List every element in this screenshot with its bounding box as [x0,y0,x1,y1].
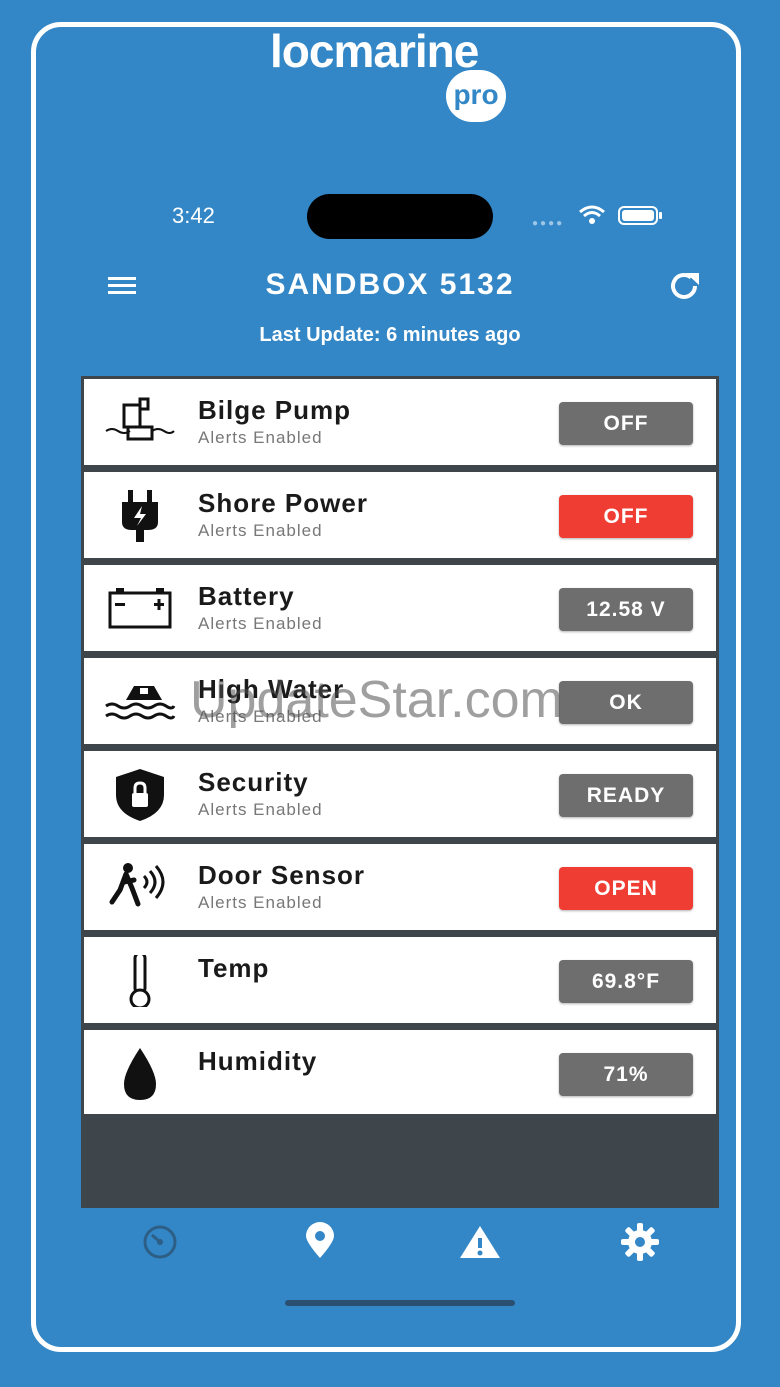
home-indicator[interactable] [285,1300,515,1306]
status-badge[interactable]: 69.8°F [559,960,693,1003]
status-badge[interactable]: OK [559,681,693,724]
page-title: SANDBOX 5132 [265,268,515,301]
high-water-icon [105,686,176,720]
list-item[interactable]: Battery Alerts Enabled 12.58 V [84,565,716,651]
refresh-icon [671,273,699,299]
list-item[interactable]: Security Alerts Enabled READY [84,751,716,837]
row-subtitle: Alerts Enabled [198,428,323,447]
tab-settings[interactable] [618,1220,662,1264]
row-title: High Water [198,674,345,704]
status-time: 3:42 [172,203,215,228]
row-subtitle: Alerts Enabled [198,614,323,633]
warning-icon [460,1226,500,1258]
row-title: Humidity [198,1046,318,1076]
list-item[interactable]: High Water Alerts Enabled OK [84,658,716,744]
row-subtitle: Alerts Enabled [198,800,323,819]
thermometer-icon [129,955,151,1007]
list-item[interactable]: Bilge Pump Alerts Enabled OFF [84,379,716,465]
row-subtitle: Alerts Enabled [198,707,323,726]
last-update: Last Update: 6 minutes ago [259,324,521,346]
row-title: Battery [198,581,295,611]
dynamic-island [307,194,493,239]
row-title: Shore Power [198,488,368,518]
list-item[interactable]: Humidity 71% [84,1030,716,1114]
row-title: Bilge Pump [198,395,352,425]
status-badge[interactable]: 71% [559,1053,693,1096]
status-badge[interactable]: OFF [559,495,693,538]
plug-icon [122,490,158,542]
app-logo: locmarine [270,25,479,77]
shield-lock-icon [116,769,164,821]
tab-location[interactable] [298,1220,342,1264]
bilge-pump-icon [105,397,175,441]
list-item[interactable]: Door Sensor Alerts Enabled OPEN [84,844,716,930]
list-item[interactable]: Temp 69.8°F [84,937,716,1023]
pro-badge: pro [446,70,506,122]
status-badge[interactable]: 12.58 V [559,588,693,631]
row-title: Door Sensor [198,860,366,890]
status-badge[interactable]: OFF [559,402,693,445]
sensor-list: Bilge Pump Alerts Enabled OFF Shore Powe… [81,376,719,1208]
tab-alerts[interactable] [458,1220,502,1264]
motion-sensor-icon [109,863,165,907]
signal-icon: ●●●● [532,218,565,229]
refresh-button[interactable] [666,268,702,304]
gear-icon [621,1223,659,1261]
list-item[interactable]: Shore Power Alerts Enabled OFF [84,472,716,558]
location-pin-icon [306,1222,334,1258]
status-badge[interactable]: OPEN [559,867,693,910]
row-subtitle: Alerts Enabled [198,521,323,540]
row-subtitle: Alerts Enabled [198,893,323,912]
row-title: Security [198,767,309,797]
drop-icon [124,1048,156,1100]
row-title: Temp [198,953,270,983]
battery-icon [108,588,172,629]
dashboard-icon [143,1225,177,1259]
tab-dashboard[interactable] [138,1220,182,1264]
battery-status-icon [618,206,662,225]
wifi-icon [579,205,605,224]
status-badge[interactable]: READY [559,774,693,817]
